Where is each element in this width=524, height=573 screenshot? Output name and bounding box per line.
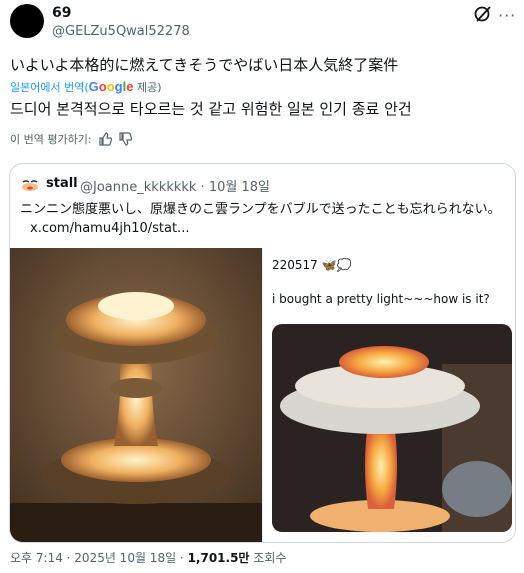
rate-translation: 이 번역 평가하기: bbox=[10, 131, 132, 147]
timestamp[interactable]: 오후 7:14 · 2025년 10월 18일 · bbox=[10, 551, 188, 565]
mushroom-lamp-photo[interactable] bbox=[10, 248, 262, 542]
tweet-text-original: いよいよ本格的に燃えてきそうでやばい日本人気終了案件 bbox=[10, 56, 399, 74]
quote-text: ニンニン態度悪いし、原爆きのこ雲ランプをバブルで送ったことも忘れられない。 x.c… bbox=[20, 200, 505, 238]
thumbs-down-icon[interactable] bbox=[118, 132, 132, 146]
grok-icon[interactable] bbox=[473, 4, 493, 24]
view-count: 1,701.5만 bbox=[187, 551, 250, 565]
thumbs-up-icon[interactable] bbox=[98, 132, 112, 146]
provided-label: 제공) bbox=[133, 81, 162, 94]
translation-source[interactable]: 일본어에서 번역(Google 제공) bbox=[10, 79, 162, 95]
quote-display-name[interactable]: stall bbox=[46, 176, 78, 191]
card-text: i bought a pretty light~~~how is it? bbox=[272, 292, 490, 306]
tweet-footer: 오후 7:14 · 2025년 10월 18일 · 1,701.5만 조회수 bbox=[10, 549, 286, 566]
avatar[interactable] bbox=[10, 4, 44, 38]
card-author: 220517 🦋💭 bbox=[272, 258, 352, 272]
quote-text-body: ニンニン態度悪いし、原爆きのこ雲ランプをバブルで送ったことも忘れられない。 bbox=[20, 202, 501, 217]
quote-link[interactable]: x.com/hamu4jh10/stat... bbox=[30, 221, 189, 236]
lamp-photo[interactable] bbox=[272, 324, 512, 532]
quote-meta: @Joanne_kkkkkkk · 10월 18일 bbox=[80, 180, 270, 195]
rate-translation-label: 이 번역 평가하기: bbox=[10, 133, 92, 146]
quoted-tweet[interactable]: stall @Joanne_kkkkkkk · 10월 18일 ニンニン態度悪い… bbox=[9, 163, 516, 543]
google-logo: Google bbox=[88, 79, 134, 94]
tweet-text-translated: 드디어 본격적으로 타오르는 것 같고 위험한 일본 인기 종료 안건 bbox=[10, 100, 412, 118]
quoted-reply-card[interactable]: 220517 🦋💭 i bought a pretty light~~~how … bbox=[262, 248, 515, 542]
display-name[interactable]: 69 bbox=[52, 5, 71, 21]
view-count-label: 조회수 bbox=[249, 551, 287, 565]
user-handle[interactable]: @GELZu5Qwal52278 bbox=[52, 24, 190, 39]
more-options-icon[interactable]: ··· bbox=[498, 6, 516, 25]
quote-avatar[interactable] bbox=[20, 174, 40, 194]
translated-from-label: 일본어에서 번역( bbox=[10, 81, 89, 94]
